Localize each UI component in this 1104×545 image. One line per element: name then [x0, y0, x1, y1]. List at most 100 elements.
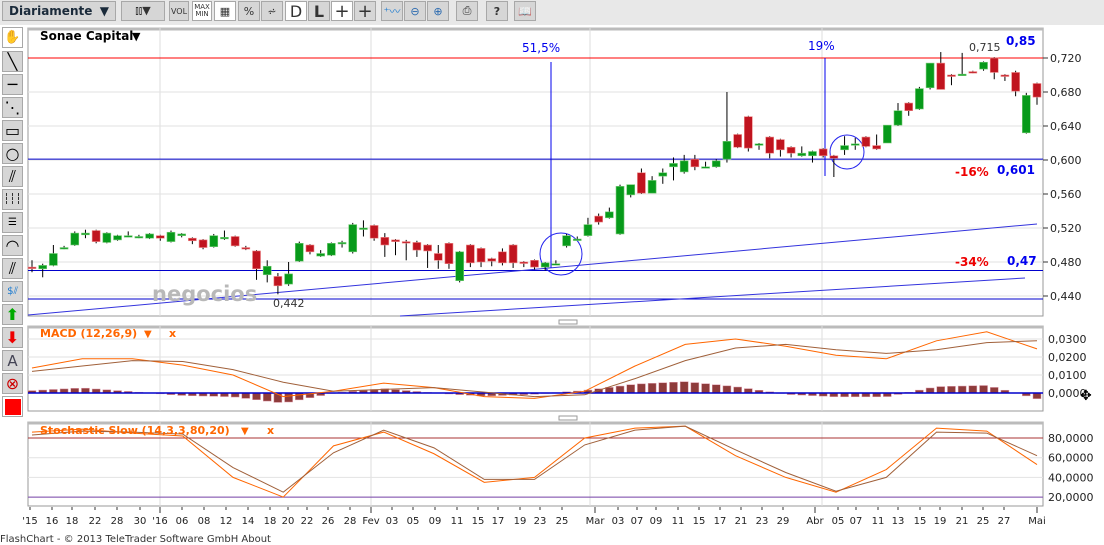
- high-pct-label: 0,85: [1006, 34, 1036, 48]
- chevron-down-icon[interactable]: ▼: [241, 426, 249, 437]
- arc-tool[interactable]: ◠: [2, 235, 23, 256]
- manual-button[interactable]: 📖: [514, 1, 536, 21]
- macd-histogram-bar: [563, 392, 571, 393]
- x-tick-label: '15: [22, 516, 37, 527]
- percent-button[interactable]: %: [238, 1, 260, 21]
- circle-tool[interactable]: ○: [2, 143, 23, 164]
- chevron-down-icon[interactable]: ▼: [132, 30, 141, 43]
- panel-frame: [28, 326, 1043, 411]
- arc-icon: ◠: [6, 236, 20, 255]
- macd-macd-line: [32, 332, 1037, 399]
- macd-histogram-bar: [680, 382, 688, 393]
- horizontal-line-tool[interactable]: ─: [2, 74, 23, 95]
- candle-up: [605, 212, 613, 218]
- macd-histogram-bar: [477, 393, 485, 396]
- macd-close-button[interactable]: x: [169, 327, 176, 340]
- x-tick-label: 08: [198, 516, 211, 527]
- macd-histogram-bar: [231, 393, 239, 397]
- macd-histogram-bar: [199, 393, 207, 396]
- d-button[interactable]: D: [285, 1, 307, 21]
- x-tick-label: 27: [998, 516, 1011, 527]
- macd-histogram-bar: [712, 385, 720, 393]
- zoom-in-icon: ⊕: [433, 5, 442, 18]
- x-tick-label: 29: [777, 516, 790, 527]
- rectangle-tool[interactable]: ▭: [2, 120, 23, 141]
- down-arrow-tool[interactable]: ⬇: [2, 327, 23, 348]
- instrument-selector[interactable]: Sonae Capital: [40, 29, 133, 43]
- stochastic-line: [32, 426, 1037, 492]
- hand-tool[interactable]: ✋: [2, 27, 23, 48]
- maxmin-button[interactable]: MAX MIN: [192, 1, 212, 21]
- line-tool[interactable]: ╲: [2, 51, 23, 72]
- channel-tool[interactable]: ⫽: [2, 258, 23, 279]
- trend-line: [28, 224, 1037, 315]
- candle-down: [947, 75, 955, 77]
- help-button[interactable]: ?: [486, 1, 508, 21]
- delete-drawings-button[interactable]: ⊗: [2, 373, 23, 394]
- x-tick-label: 11: [451, 516, 464, 527]
- candle-down: [306, 245, 314, 252]
- stochastic-title[interactable]: Stochastic Slow (14,3,3,80,20): [40, 424, 230, 437]
- x-tick-label: 18: [264, 516, 277, 527]
- macd-title[interactable]: MACD (12,26,9): [40, 327, 137, 340]
- hand-icon: ✋: [4, 30, 20, 45]
- crosshair-button[interactable]: +: [331, 1, 353, 21]
- zoom-in-button[interactable]: ⊕: [427, 1, 449, 21]
- candle-up: [81, 233, 89, 235]
- grid-button[interactable]: ▦: [214, 1, 236, 21]
- y-tick-label: 0,0000: [1048, 387, 1087, 400]
- macd-histogram-bar: [841, 393, 849, 397]
- candle-up: [755, 144, 763, 146]
- add-indicator-button[interactable]: ⁺〰: [381, 1, 403, 21]
- y-tick-label: 0,560: [1050, 188, 1082, 201]
- macd-histogram-bar: [723, 386, 731, 393]
- highlight-circle: [540, 233, 582, 275]
- chevron-down-icon[interactable]: ▼: [144, 329, 152, 340]
- y-tick-label: 0,0100: [1048, 369, 1087, 382]
- macd-histogram-bar: [873, 393, 881, 397]
- candle-up: [841, 146, 849, 150]
- chart-type-button[interactable]: ⫾⫾▼: [121, 1, 165, 21]
- x-tick-label: 15: [693, 516, 706, 527]
- stochastic-close-button[interactable]: x: [267, 424, 274, 437]
- x-tick-label: 30: [134, 516, 147, 527]
- x-tick-label: Fev: [362, 516, 379, 527]
- x-tick-label: 03: [612, 516, 625, 527]
- candle-up: [894, 111, 902, 125]
- l-button[interactable]: L: [308, 1, 330, 21]
- candle-down: [253, 251, 261, 269]
- parallel-lines-tool[interactable]: ⋱: [2, 97, 23, 118]
- candle-up: [702, 167, 710, 169]
- y-tick-label: 0,520: [1050, 222, 1082, 235]
- fan-tool[interactable]: ⫽: [2, 166, 23, 187]
- x-tick-label: 19: [514, 516, 527, 527]
- period-select[interactable]: Diariamente▼: [2, 1, 116, 21]
- x-tick-label: 14: [242, 516, 255, 527]
- regression-tool[interactable]: $⫽: [2, 281, 23, 302]
- macd-histogram-bar: [1033, 393, 1041, 399]
- print-button[interactable]: ⎙: [456, 1, 478, 21]
- y-tick-label: 80,0000: [1048, 432, 1094, 445]
- zoom-out-button[interactable]: ⊖: [404, 1, 426, 21]
- candle-down: [402, 242, 410, 244]
- candle-up: [798, 153, 806, 156]
- candle-down: [466, 245, 474, 263]
- macd-histogram-bar: [637, 384, 645, 393]
- candle-up: [958, 74, 966, 76]
- red-down-arrow-icon: ⬇: [6, 328, 19, 347]
- candle-down: [787, 147, 795, 153]
- text-tool[interactable]: A: [2, 350, 23, 371]
- candle-up: [220, 237, 228, 239]
- fibonacci-tool[interactable]: ☰: [2, 212, 23, 233]
- crosshair-l-button[interactable]: +: [354, 1, 376, 21]
- macd-histogram-bar: [894, 393, 902, 394]
- up-arrow-tool[interactable]: ⬆: [2, 304, 23, 325]
- volume-button[interactable]: VOL: [169, 1, 189, 21]
- candle-down: [830, 156, 838, 159]
- candle-up: [680, 161, 688, 172]
- color-picker[interactable]: [2, 396, 23, 417]
- panel-frame: [28, 28, 1043, 316]
- vertical-grid-tool[interactable]: ┆┆┆: [2, 189, 23, 210]
- fib-label-19: 19%: [808, 39, 835, 53]
- area-chart-button[interactable]: ⩫: [261, 1, 283, 21]
